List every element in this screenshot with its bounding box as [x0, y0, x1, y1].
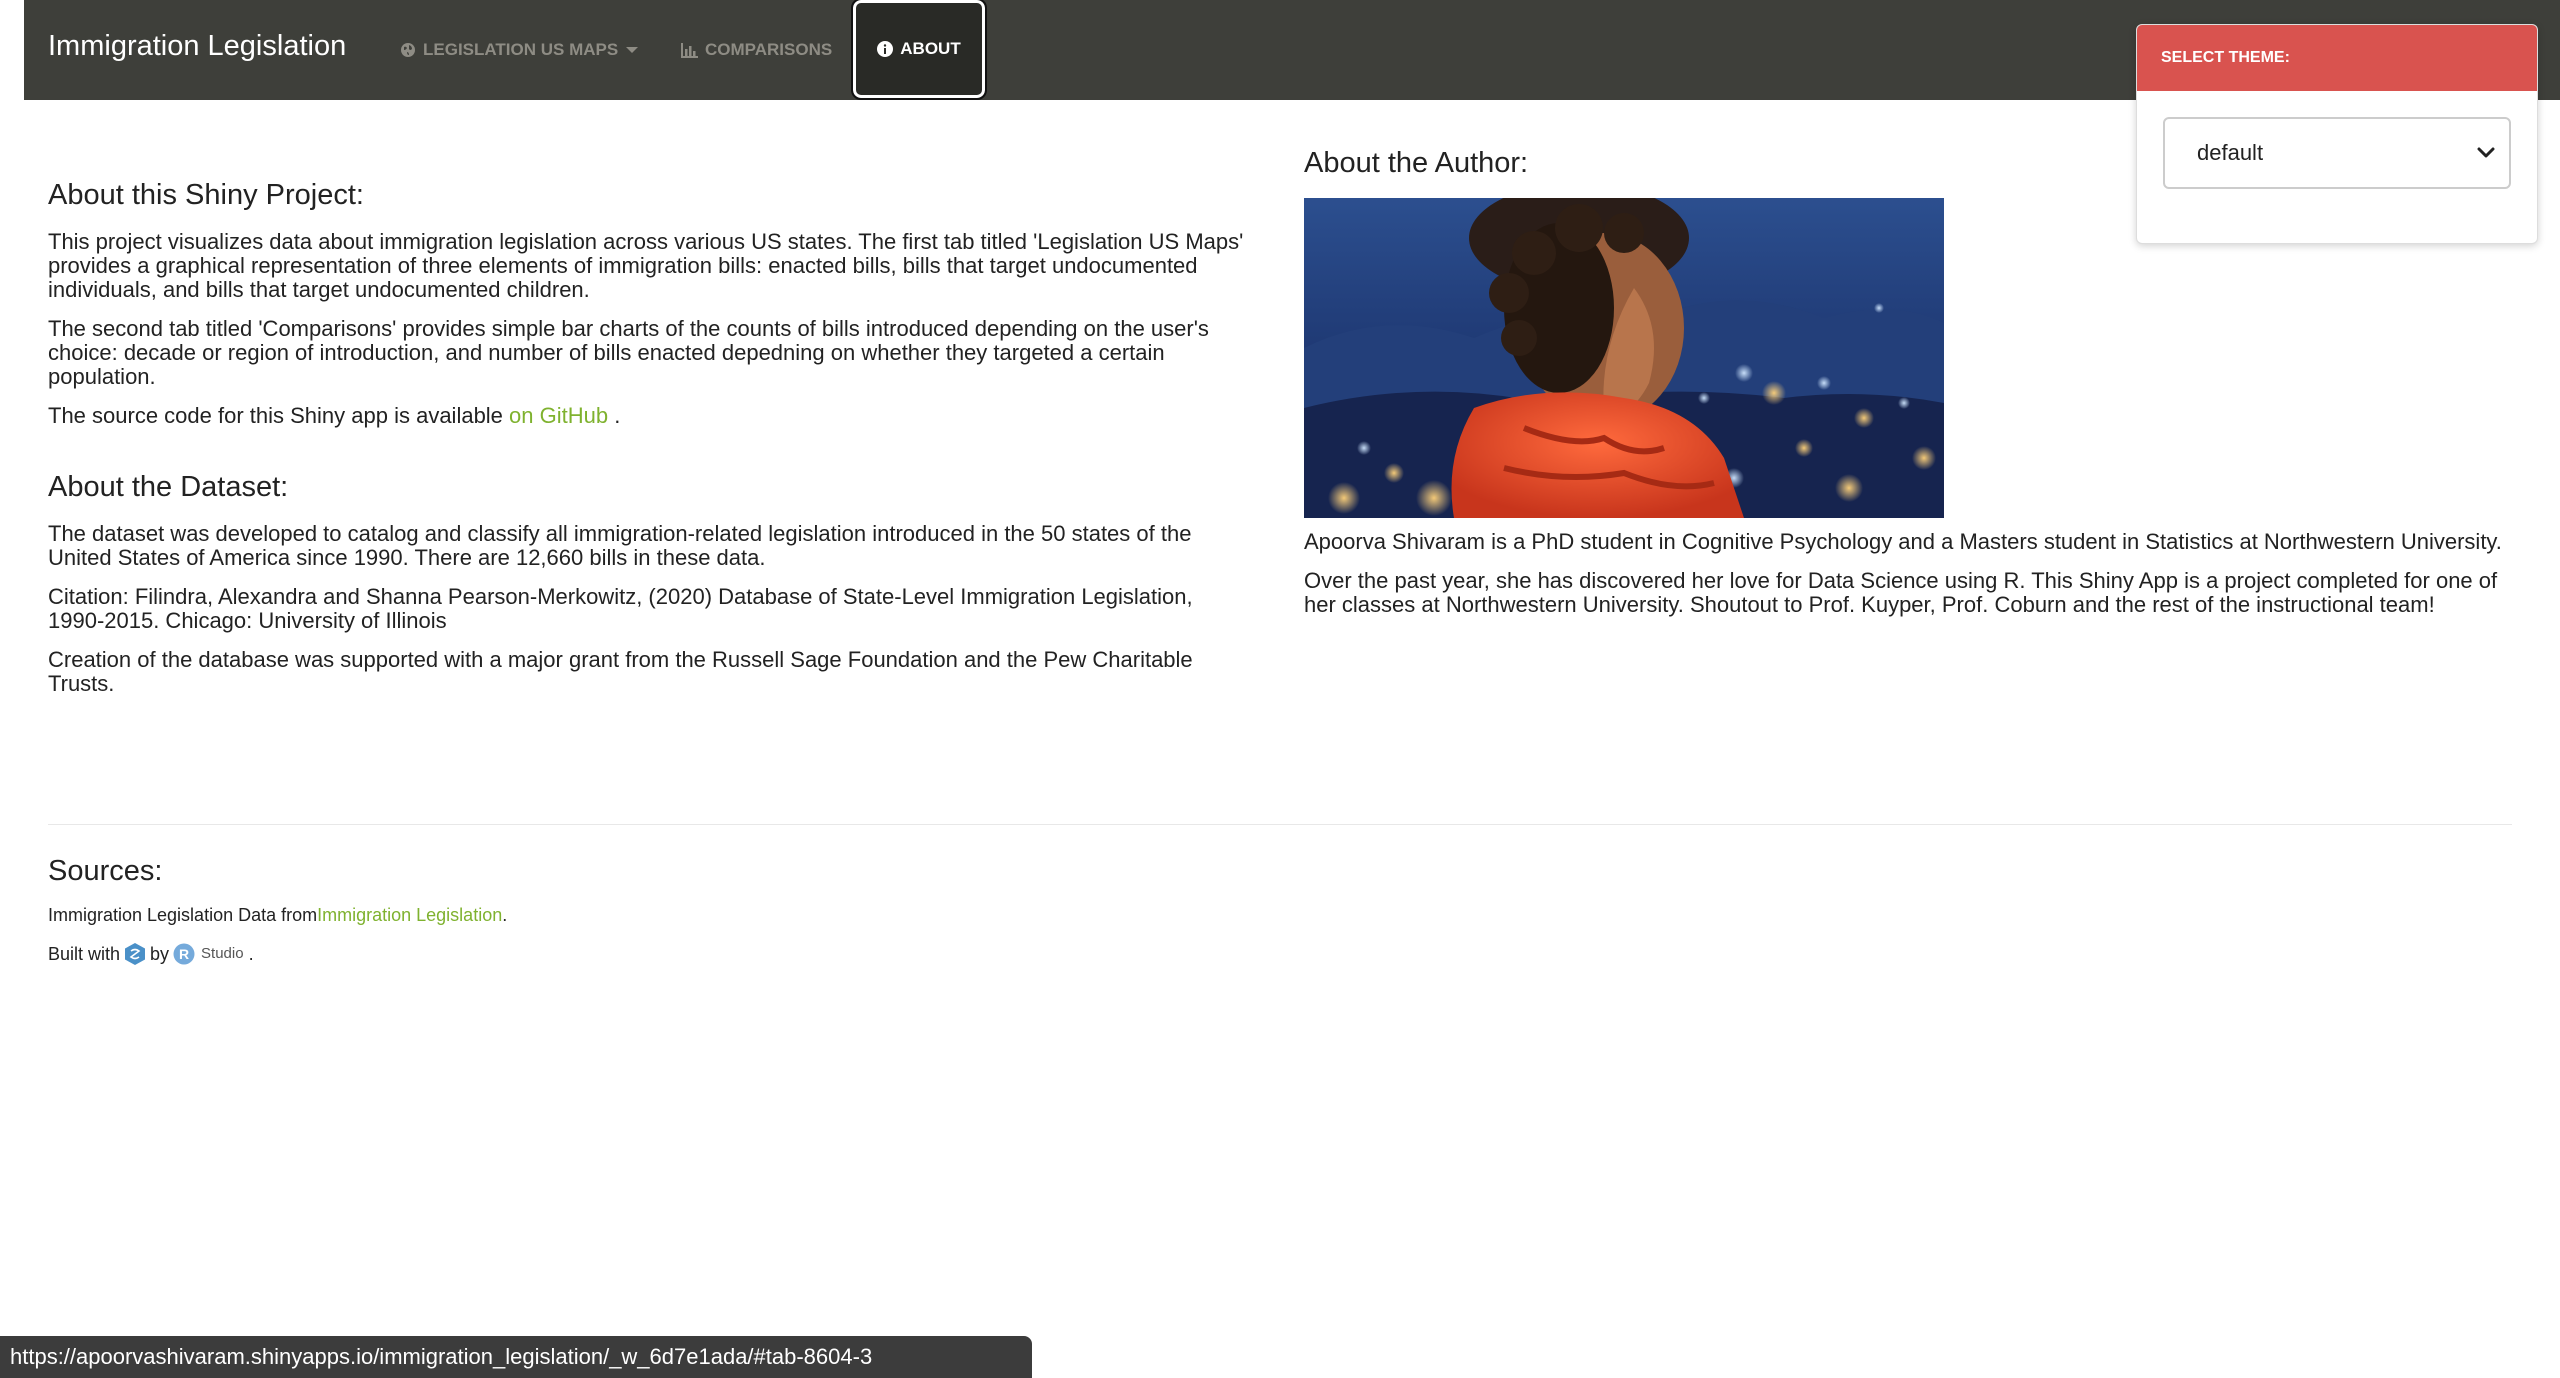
tab-comparisons[interactable]: COMPARISONS — [681, 0, 832, 100]
shiny-logo-icon[interactable] — [124, 942, 146, 966]
app-brand[interactable]: Immigration Legislation — [48, 28, 346, 64]
dataset-heading: About the Dataset: — [48, 471, 289, 503]
sources-section: Sources: Immigration Legislation Data fr… — [48, 854, 1248, 982]
author-paragraph-1: Apoorva Shivaram is a PhD student in Cog… — [1304, 529, 2502, 554]
project-column: About this Shiny Project: This project v… — [48, 178, 1248, 711]
sources-data-suffix: . — [502, 905, 508, 925]
tab-comparisons-label: COMPARISONS — [705, 40, 833, 59]
sources-data-line: Immigration Legislation Data from Immigr… — [48, 904, 1248, 926]
tab-about-label: ABOUT — [900, 39, 961, 58]
project-paragraph-1: This project visualizes data about immig… — [48, 229, 1244, 302]
project-heading: About this Shiny Project: — [48, 179, 364, 211]
info-circle-icon — [877, 41, 894, 57]
author-photo — [1304, 198, 1944, 518]
section-divider — [48, 824, 2512, 825]
theme-selector-title: SELECT THEME: — [2137, 25, 2537, 91]
svg-text:R: R — [179, 946, 189, 962]
project-paragraph-2: The second tab titled 'Comparisons' prov… — [48, 316, 1209, 389]
project-source-code: The source code for this Shiny app is av… — [48, 404, 1248, 428]
source-code-suffix: . — [608, 403, 621, 428]
theme-selector-panel: SELECT THEME: default — [2136, 24, 2538, 244]
theme-select-value: default — [2197, 140, 2264, 165]
dataset-funding: Creation of the database was supported w… — [48, 647, 1193, 696]
rstudio-wordmark: Studio — [201, 945, 244, 962]
github-link[interactable]: on GitHub — [509, 403, 608, 428]
theme-select[interactable]: default — [2163, 117, 2511, 189]
source-code-prefix: The source code for this Shiny app is av… — [48, 403, 510, 428]
link-status-bar: https://apoorvashivaram.shinyapps.io/imm… — [0, 1336, 1032, 1378]
tab-legislation-us-maps-label: LEGISLATION US MAPS — [423, 40, 619, 59]
chevron-down-icon — [2477, 147, 2495, 158]
built-with-line: Built with by R Studio . — [48, 942, 1248, 966]
chevron-down-icon — [626, 47, 639, 53]
author-paragraph-2: Over the past year, she has discovered h… — [1304, 568, 2498, 617]
sources-data-prefix: Immigration Legislation Data from — [48, 905, 318, 925]
tab-about[interactable]: ABOUT — [851, 0, 987, 100]
immigration-legislation-link[interactable]: Immigration Legislation — [317, 904, 502, 926]
built-with-prefix: Built with — [48, 944, 121, 964]
dataset-citation: Citation: Filindra, Alexandra and Shanna… — [48, 584, 1193, 633]
tab-legislation-us-maps[interactable]: LEGISLATION US MAPS — [400, 0, 639, 100]
dataset-paragraph-1: The dataset was developed to catalog and… — [48, 521, 1192, 570]
sources-heading: Sources: — [48, 855, 163, 887]
built-with-suffix: . — [248, 944, 254, 964]
globe-icon — [401, 43, 415, 57]
bar-chart-icon — [681, 42, 698, 58]
built-with-by: by — [150, 944, 170, 964]
rstudio-logo-icon[interactable]: R — [173, 943, 195, 965]
